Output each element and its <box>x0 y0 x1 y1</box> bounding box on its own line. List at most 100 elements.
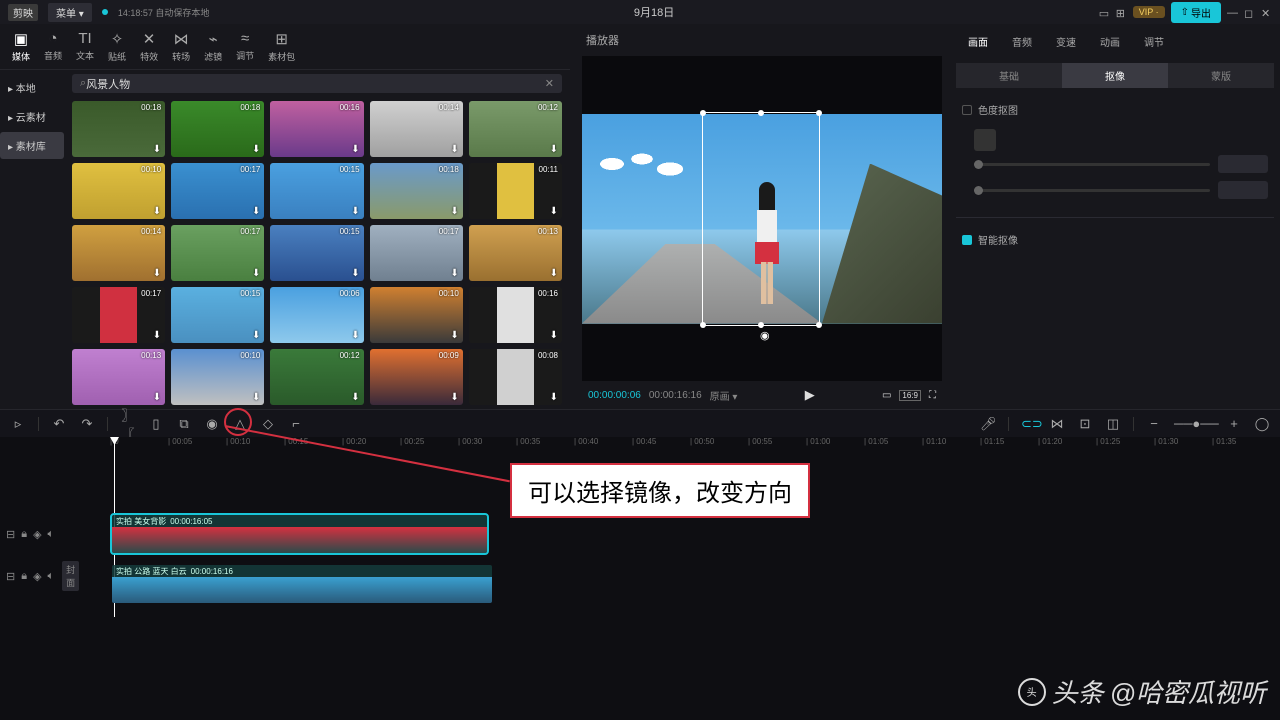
intensity-slider[interactable] <box>962 151 1268 177</box>
download-icon[interactable]: ⬇ <box>351 144 359 155</box>
smart-cutout-checkbox[interactable] <box>962 235 972 245</box>
zoom-out-icon[interactable]: − <box>1146 416 1162 431</box>
thumbnail[interactable]: 00:14⬇ <box>72 225 165 281</box>
media-tab-媒体[interactable]: ▣媒体 <box>12 30 30 63</box>
download-icon[interactable]: ⬇ <box>351 206 359 217</box>
media-tab-素材包[interactable]: ⊞素材包 <box>268 30 295 63</box>
sidebar-item-云素材[interactable]: ▸ 云素材 <box>0 103 64 130</box>
media-tab-贴纸[interactable]: ✧贴纸 <box>108 30 126 63</box>
zoom-slider[interactable]: ──●── <box>1174 416 1214 431</box>
download-icon[interactable]: ⬇ <box>153 144 161 155</box>
prop-tab-变速[interactable]: 变速 <box>1044 28 1088 55</box>
media-tab-音频[interactable]: ◔音频 <box>44 30 62 63</box>
thumbnail[interactable]: 00:12⬇ <box>270 349 363 405</box>
thumbnail[interactable]: 00:10⬇ <box>370 287 463 343</box>
download-icon[interactable]: ⬇ <box>550 392 558 403</box>
timeline-ruler[interactable]: | 0| 00:05| 00:10| 00:15| 00:20| 00:25| … <box>0 437 1280 453</box>
download-icon[interactable]: ⬇ <box>252 144 260 155</box>
download-icon[interactable]: ⬇ <box>550 268 558 279</box>
prop-subtab-蒙版[interactable]: 蒙版 <box>1168 63 1274 88</box>
lock-icon[interactable]: 🔒︎ <box>21 528 27 541</box>
search-clear-icon[interactable]: ✕ <box>545 77 554 90</box>
media-tab-文本[interactable]: TI文本 <box>76 30 94 63</box>
search-field[interactable] <box>86 78 545 90</box>
thumbnail[interactable]: 00:15⬇ <box>270 163 363 219</box>
download-icon[interactable]: ⬇ <box>252 392 260 403</box>
download-icon[interactable]: ⬇ <box>252 206 260 217</box>
download-icon[interactable]: ⬇ <box>351 330 359 341</box>
play-button[interactable]: ▶ <box>805 387 815 403</box>
search-input[interactable]: ⌕ ✕ <box>72 74 562 93</box>
clip[interactable]: 实拍 美女背影00:00:16:05 <box>112 515 487 553</box>
undo-icon[interactable]: ↶ <box>51 416 67 432</box>
copy-icon[interactable]: ⧉ <box>176 416 192 432</box>
magnet-icon[interactable]: ⊂⊃ <box>1021 416 1037 432</box>
delete-icon[interactable]: ▯ <box>148 416 164 432</box>
preview-cut-icon[interactable]: ⊡ <box>1077 416 1093 432</box>
thumbnail[interactable]: 00:10⬇ <box>171 349 264 405</box>
crop-icon[interactable]: ⌐ <box>288 416 304 431</box>
export-button[interactable]: ⇧ 导出 <box>1171 2 1221 23</box>
preview-content[interactable]: ◉ <box>582 114 942 324</box>
clip[interactable]: 实拍 公路 蓝天 白云00:00:16:16 <box>112 565 492 603</box>
fullscreen-icon[interactable]: ⛶ <box>929 390 936 401</box>
thumbnail[interactable]: 00:18⬇ <box>370 163 463 219</box>
lock-icon[interactable]: 🔒︎ <box>21 570 27 583</box>
timeline-tracks[interactable]: 实拍 美女背影00:00:16:05 实拍 公路 蓝天 白云00:00:16:16 <box>74 453 1280 613</box>
zoom-in-icon[interactable]: + <box>1226 416 1242 431</box>
chroma-key-row[interactable]: 色度抠图 <box>962 102 1268 117</box>
link-icon[interactable]: ⋈ <box>1049 416 1065 432</box>
download-icon[interactable]: ⬇ <box>153 392 161 403</box>
visibility-icon[interactable]: ◈ <box>33 570 41 583</box>
track-header-1[interactable]: ⊟ 🔒︎ ◈ 🔈︎ <box>0 513 74 555</box>
media-tab-特效[interactable]: ✕特效 <box>140 30 158 63</box>
thumbnail[interactable]: 00:18⬇ <box>171 101 264 157</box>
resolution-icon[interactable]: 16:9 <box>899 390 921 401</box>
zoom-fit-icon[interactable]: ◯ <box>1254 416 1270 432</box>
selection-box[interactable] <box>702 112 820 326</box>
thumbnail[interactable]: 00:11⬇ <box>469 163 562 219</box>
smart-cutout-row[interactable]: 智能抠像 <box>962 232 1268 247</box>
rotate-cw-icon[interactable]: ◇ <box>260 416 276 432</box>
mirror-icon[interactable]: △ <box>232 416 248 432</box>
download-icon[interactable]: ⬇ <box>252 330 260 341</box>
download-icon[interactable]: ⬇ <box>550 206 558 217</box>
thumbnail[interactable]: 00:18⬇ <box>72 101 165 157</box>
thumbnail[interactable]: 00:13⬇ <box>72 349 165 405</box>
thumbnail[interactable]: 00:17⬇ <box>72 287 165 343</box>
media-tab-滤镜[interactable]: ⌁滤镜 <box>204 30 222 63</box>
mute-icon[interactable]: 🔈︎ <box>48 528 55 541</box>
collapse-icon[interactable]: ⊟ <box>6 528 15 541</box>
download-icon[interactable]: ⬇ <box>450 392 458 403</box>
download-icon[interactable]: ⬇ <box>550 144 558 155</box>
loop-icon[interactable]: ◉ <box>204 416 220 432</box>
preview-mode[interactable]: 原画 ▾ <box>710 388 738 403</box>
thumbnail[interactable]: 00:15⬇ <box>270 225 363 281</box>
thumbnail[interactable]: 00:15⬇ <box>171 287 264 343</box>
sidebar-item-素材库[interactable]: ▸ 素材库 <box>0 132 64 159</box>
thumbnail[interactable]: 00:08⬇ <box>469 349 562 405</box>
thumbnail[interactable]: 00:16⬇ <box>469 287 562 343</box>
download-icon[interactable]: ⬇ <box>153 268 161 279</box>
media-tab-转场[interactable]: ⋈转场 <box>172 30 190 63</box>
layout-icon-2[interactable]: ⊞ ▾ <box>1116 7 1127 18</box>
thumbnail[interactable]: 00:13⬇ <box>469 225 562 281</box>
prop-tab-调节[interactable]: 调节 <box>1132 28 1176 55</box>
track-header-2[interactable]: ⊟ 🔒︎ ◈ 🔈︎ 封面 <box>0 555 74 597</box>
thumbnail[interactable]: 00:17⬇ <box>171 163 264 219</box>
color-slot[interactable] <box>974 129 996 151</box>
download-icon[interactable]: ⬇ <box>351 268 359 279</box>
prop-subtab-基础[interactable]: 基础 <box>956 63 1062 88</box>
download-icon[interactable]: ⬇ <box>351 392 359 403</box>
download-icon[interactable]: ⬇ <box>450 206 458 217</box>
preview-viewport[interactable]: ◉ <box>582 56 942 381</box>
download-icon[interactable]: ⬇ <box>450 330 458 341</box>
mic-icon[interactable]: 🎤︎ <box>980 416 996 432</box>
layout-icon-1[interactable]: ▭ <box>1099 7 1110 18</box>
pointer-tool-icon[interactable]: ▹ <box>10 416 26 432</box>
download-icon[interactable]: ⬇ <box>450 268 458 279</box>
prop-subtab-抠像[interactable]: 抠像 <box>1062 63 1168 88</box>
sidebar-item-本地[interactable]: ▸ 本地 <box>0 74 64 101</box>
thumbnail[interactable]: 00:10⬇ <box>72 163 165 219</box>
shadow-slider[interactable] <box>962 177 1268 203</box>
